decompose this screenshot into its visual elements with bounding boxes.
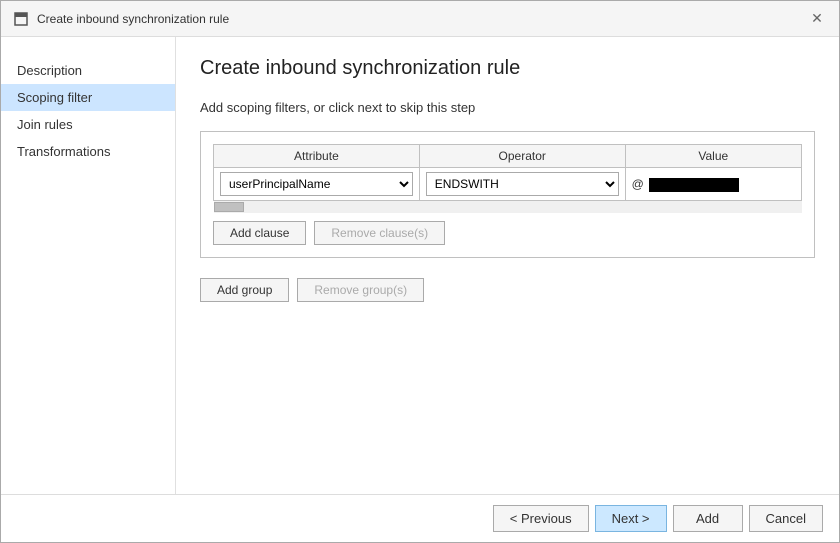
remove-group-button[interactable]: Remove group(s) [297,278,424,302]
previous-button[interactable]: < Previous [493,505,589,532]
title-bar: Create inbound synchronization rule ✕ [1,1,839,37]
window-icon [13,11,29,27]
value-redacted [649,178,739,192]
scroll-thumb [214,202,244,212]
column-header-attribute: Attribute [214,145,420,168]
title-bar-left: Create inbound synchronization rule [13,11,229,27]
add-clause-button[interactable]: Add clause [213,221,306,245]
next-button[interactable]: Next > [595,505,667,532]
window-title: Create inbound synchronization rule [37,12,229,26]
add-button[interactable]: Add [673,505,743,532]
main-panel: Create inbound synchronization rule Add … [176,37,839,494]
sidebar: Description Scoping filter Join rules Tr… [1,37,176,494]
close-button[interactable]: ✕ [807,9,827,29]
filter-container: Attribute Operator Value userPrincipalNa… [200,131,815,258]
value-cell: @ [625,168,801,201]
filter-row: userPrincipalName ENDSWITH @ [214,168,802,201]
column-header-value: Value [625,145,801,168]
step-description: Add scoping filters, or click next to sk… [200,100,815,115]
filter-table: Attribute Operator Value userPrincipalNa… [213,144,802,213]
content-area: Description Scoping filter Join rules Tr… [1,37,839,494]
value-prefix: @ [632,177,644,191]
sidebar-item-join-rules[interactable]: Join rules [1,111,175,138]
group-buttons: Add group Remove group(s) [200,278,815,302]
column-header-operator: Operator [419,145,625,168]
page-title: Create inbound synchronization rule [200,57,815,80]
operator-cell: ENDSWITH [419,168,625,201]
scrollbar-row [214,201,802,214]
sidebar-item-scoping-filter[interactable]: Scoping filter [1,84,175,111]
footer: < Previous Next > Add Cancel [1,494,839,542]
operator-select[interactable]: ENDSWITH [426,172,619,196]
dialog: Create inbound synchronization rule ✕ De… [0,0,840,543]
attribute-select[interactable]: userPrincipalName [220,172,413,196]
sidebar-item-description[interactable]: Description [1,57,175,84]
cancel-button[interactable]: Cancel [749,505,823,532]
add-group-button[interactable]: Add group [200,278,289,302]
sidebar-item-transformations[interactable]: Transformations [1,138,175,165]
attribute-cell: userPrincipalName [214,168,420,201]
horizontal-scrollbar[interactable] [214,201,802,213]
remove-clause-button[interactable]: Remove clause(s) [314,221,445,245]
clause-buttons: Add clause Remove clause(s) [213,221,802,245]
